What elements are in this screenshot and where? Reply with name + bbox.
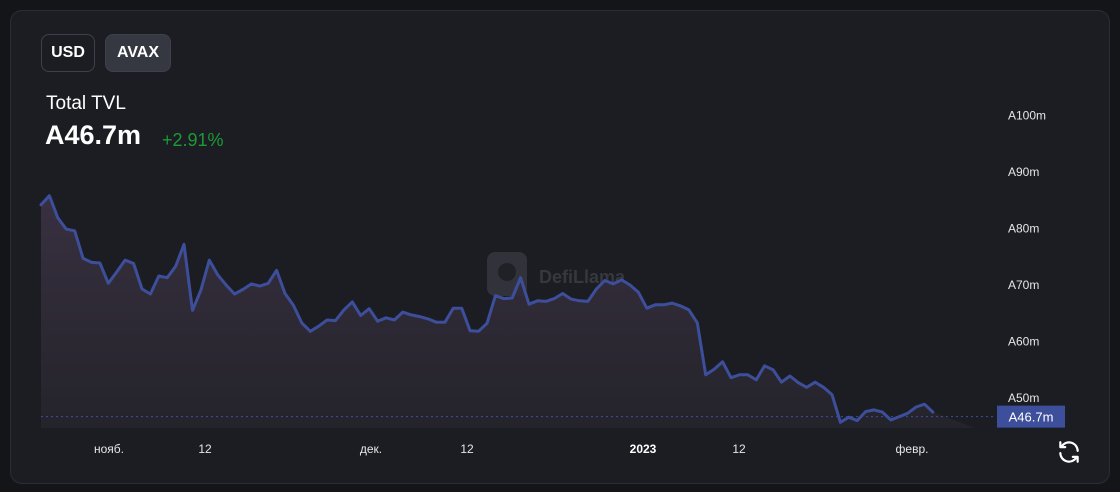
current-value-badge: A46.7m <box>997 405 1065 428</box>
y-tick-label: A100m <box>1008 109 1046 123</box>
y-tick-label: A50m <box>1008 391 1039 405</box>
x-tick-label: 12 <box>460 442 474 456</box>
y-tick-label: A90m <box>1008 165 1039 179</box>
x-tick-label: нояб. <box>94 442 124 456</box>
x-tick-label: 12 <box>198 442 212 456</box>
y-axis: A50m A60m A70m A80m A90m A100m <box>1008 109 1046 406</box>
y-tick-label: A80m <box>1008 222 1039 236</box>
y-tick-label: A60m <box>1008 335 1039 349</box>
y-tick-label: A70m <box>1008 278 1039 292</box>
x-axis: нояб. 12 дек. 12 2023 12 февр. <box>94 442 928 456</box>
x-tick-label: 2023 <box>630 442 657 456</box>
tvl-area-chart[interactable]: DefiLlama A50mA60mA70mA80mA90mA100m нояб… <box>0 0 1120 492</box>
x-tick-label: 12 <box>732 442 746 456</box>
reload-icon[interactable] <box>1056 439 1082 465</box>
x-tick-label: февр. <box>896 442 929 456</box>
badge-label: A46.7m <box>1009 410 1054 425</box>
tvl-area-fill <box>41 195 975 428</box>
x-tick-label: дек. <box>360 442 382 456</box>
